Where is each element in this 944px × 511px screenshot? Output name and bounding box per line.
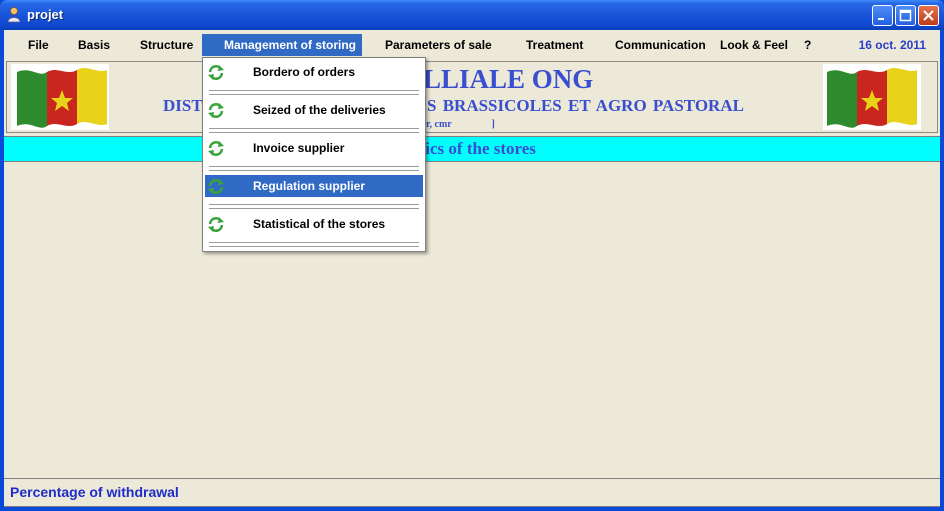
refresh-icon [208, 103, 224, 118]
section-title: stics of the stores [413, 139, 536, 158]
banner-subline: ar, cmr ] [421, 119, 495, 130]
refresh-icon [208, 217, 224, 232]
status-text: Percentage of withdrawal [10, 484, 179, 500]
cameroon-flag-right [823, 64, 921, 130]
menu-item-seized-of-the-deliveries[interactable]: Seized of the deliveries [205, 99, 423, 121]
refresh-icon [208, 179, 224, 194]
banner-subtitle-prefix: DIST [163, 96, 203, 115]
separator [209, 242, 419, 247]
menu-file[interactable]: File [20, 34, 57, 56]
separator [209, 166, 419, 171]
refresh-icon [208, 141, 224, 156]
separator [209, 90, 419, 95]
management-of-storing-menu: Bordero of orders Seized of the deliveri… [202, 57, 426, 252]
menu-basis[interactable]: Basis [70, 34, 118, 56]
app-window: projet File Basis Structure Management o… [0, 0, 944, 511]
window-title: projet [27, 7, 64, 22]
cameroon-flag-left [11, 64, 109, 130]
app-icon [7, 7, 21, 23]
menu-treatment[interactable]: Treatment [518, 34, 591, 56]
menu-structure[interactable]: Structure [132, 34, 201, 56]
menu-item-label: Bordero of orders [253, 65, 356, 79]
section-strip: stics of the stores [4, 136, 940, 162]
refresh-icon [208, 65, 224, 80]
menu-item-label: Statistical of the stores [253, 217, 386, 231]
menu-help[interactable]: ? [796, 34, 819, 56]
minimize-button[interactable] [872, 5, 893, 26]
menu-management-of-storing[interactable]: Management of storing [202, 34, 362, 56]
banner-subtitle: S BRASSICOLES ET AGRO PASTORAL [427, 96, 744, 115]
menu-item-statistical-of-the-stores[interactable]: Statistical of the stores [205, 213, 423, 235]
date-label: 16 oct. 2011 [858, 38, 926, 52]
maximize-icon [899, 9, 912, 22]
maximize-button[interactable] [895, 5, 916, 26]
separator [209, 204, 419, 209]
menu-communication[interactable]: Communication [607, 34, 714, 56]
menu-item-invoice-supplier[interactable]: Invoice supplier [205, 137, 423, 159]
menu-look-and-feel[interactable]: Look & Feel [712, 34, 796, 56]
menu-item-label: Seized of the deliveries [253, 103, 386, 117]
status-bar: Percentage of withdrawal [4, 478, 940, 507]
menu-item-label: Regulation supplier [253, 179, 366, 193]
title-bar[interactable]: projet [0, 0, 944, 30]
client-area: File Basis Structure Management of stori… [4, 30, 940, 507]
main-panel [4, 163, 940, 477]
separator [209, 128, 419, 133]
menu-item-regulation-supplier[interactable]: Regulation supplier [205, 175, 423, 197]
menu-item-label: Invoice supplier [253, 141, 345, 155]
menu-bar: File Basis Structure Management of stori… [4, 30, 940, 58]
minimize-icon [878, 18, 884, 20]
close-icon [923, 10, 934, 21]
menu-parameters-of-sale[interactable]: Parameters of sale [377, 34, 500, 56]
menu-item-bordero-of-orders[interactable]: Bordero of orders [205, 61, 423, 83]
header-banner: MILLIALE ONG DIST S BRASSICOLES ET AGRO … [6, 61, 938, 133]
close-button[interactable] [918, 5, 939, 26]
